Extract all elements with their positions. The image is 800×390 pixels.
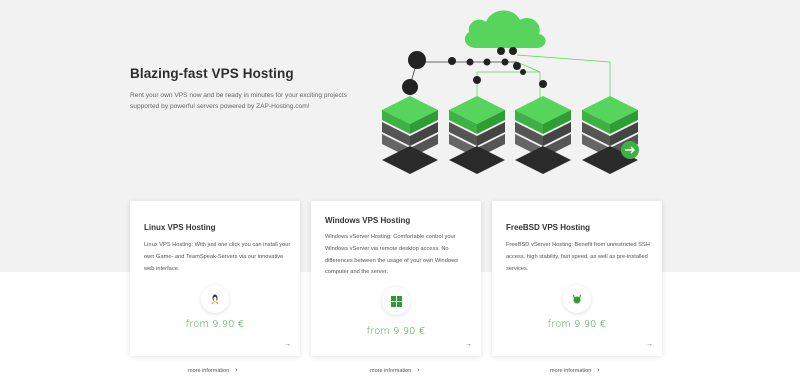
more-information-link-windows[interactable]: more information › [370, 367, 420, 374]
more-information-label: more information [550, 367, 592, 374]
network-connections [409, 54, 611, 98]
arrow-right-icon[interactable]: → [646, 341, 653, 348]
more-information-link-linux[interactable]: more information › [188, 367, 238, 374]
card-price: from 9.90 € [547, 319, 607, 330]
network-nodes [402, 47, 547, 95]
chevron-right-icon: › [235, 367, 238, 374]
hero-title: Blazing-fast VPS Hosting [130, 66, 294, 81]
hero-subtitle-line-2: supported by powerful servers powered by… [130, 103, 310, 110]
server-stack-2 [449, 96, 505, 174]
card-freebsd[interactable]: FreeBSD VPS Hosting FreeBSD vServer Host… [492, 201, 662, 356]
hero-text: Blazing-fast VPS Hosting Rent your own V… [130, 66, 360, 112]
chevron-right-icon: › [597, 367, 600, 374]
server-stack-3 [515, 96, 571, 174]
arrow-right-icon[interactable]: → [284, 341, 291, 348]
windows-icon [382, 287, 410, 315]
arrow-right-icon[interactable]: → [465, 341, 472, 348]
card-windows[interactable]: Windows VPS Hosting Windows vServer Host… [311, 201, 481, 356]
card-price: from 9.90 € [366, 326, 426, 337]
card-price: from 9.90 € [185, 319, 245, 330]
more-information-label: more information [370, 367, 412, 374]
card-description: Linux VPS Hosting: With just one click y… [144, 242, 291, 272]
hero-subtitle: Rent your own VPS now and be ready in mi… [130, 90, 360, 112]
chevron-right-icon: › [417, 367, 420, 374]
freebsd-icon [563, 285, 591, 313]
server-stack-4 [582, 96, 638, 174]
hero-subtitle-line-1: Rent your own VPS now and be ready in mi… [130, 92, 347, 99]
arrow-right-icon [621, 141, 639, 159]
linux-icon [201, 285, 229, 313]
card-description: Windows vServer Hosting: Comfortable con… [325, 234, 458, 276]
more-information-link-freebsd[interactable]: more information › [550, 367, 600, 374]
server-stack-1 [382, 96, 438, 174]
card-title: Linux VPS Hosting [144, 223, 216, 232]
cloud-icon [464, 10, 546, 48]
card-title: Windows VPS Hosting [325, 216, 411, 225]
card-title: FreeBSD VPS Hosting [506, 223, 591, 232]
product-cards: Linux VPS Hosting Linux VPS Hosting: Wit… [130, 201, 662, 356]
card-description: FreeBSD vServer Hosting: Benefit from un… [506, 242, 650, 272]
server-illustration [382, 10, 639, 174]
more-information-label: more information [188, 367, 230, 374]
card-linux[interactable]: Linux VPS Hosting Linux VPS Hosting: Wit… [130, 201, 300, 356]
